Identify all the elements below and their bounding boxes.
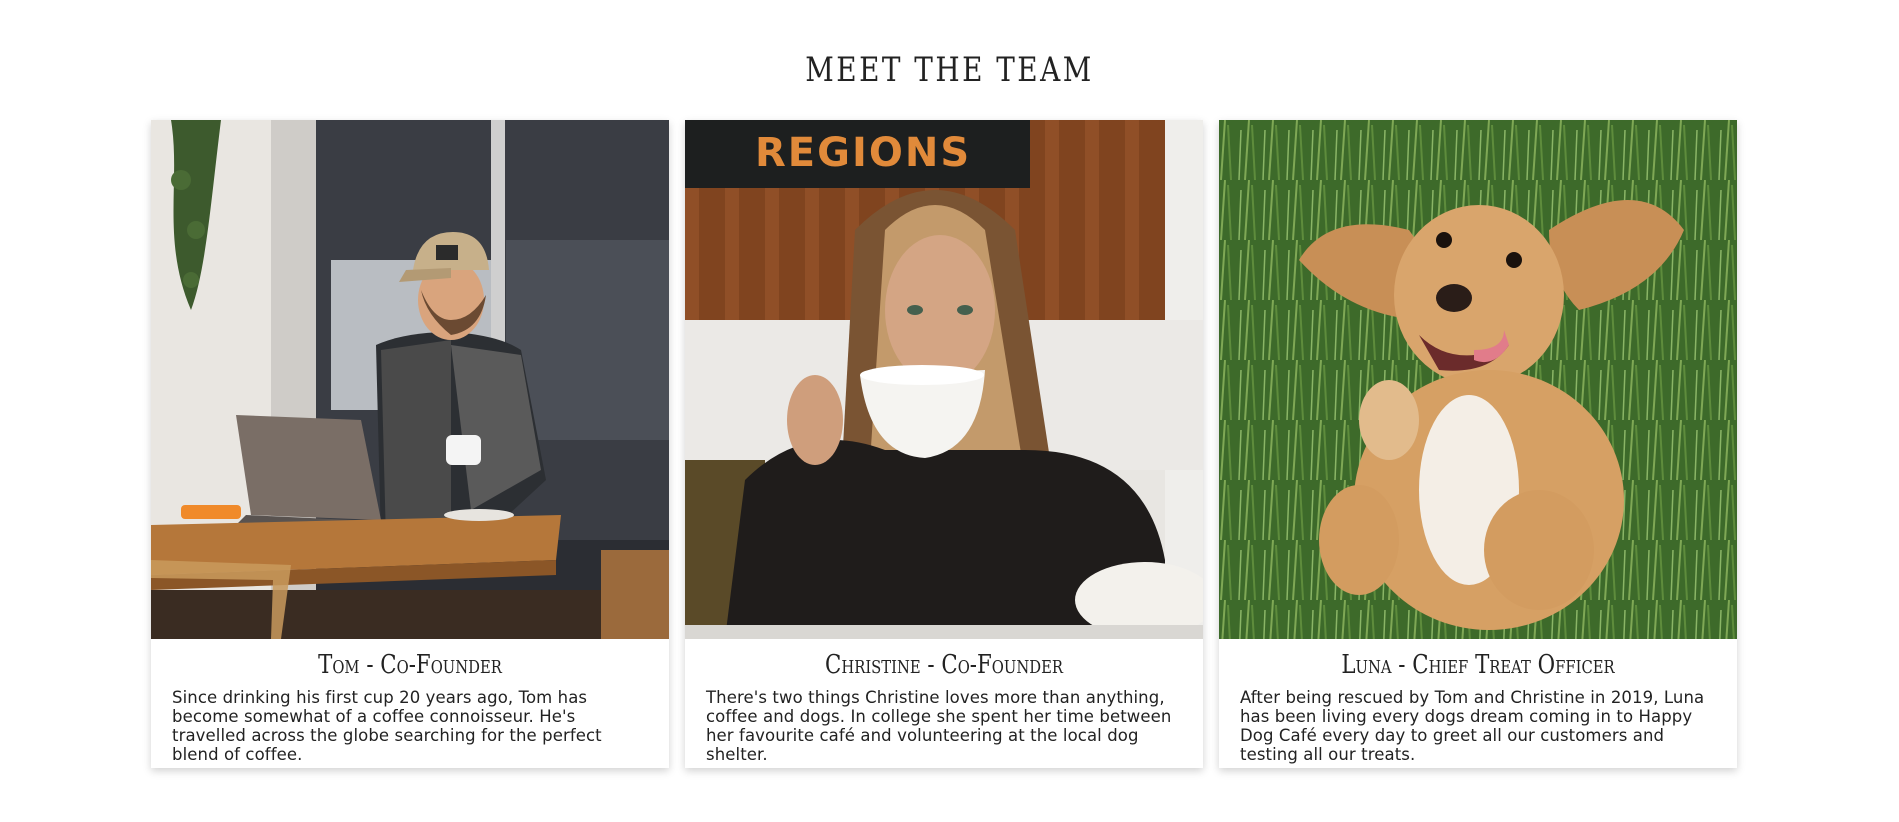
- section-title: MEET THE TEAM: [805, 50, 1094, 90]
- team-member-name: Luna - Chief Treat Officer: [1341, 650, 1615, 680]
- team-photo-luna: [1219, 120, 1737, 639]
- photo-sign-text: REGIONS: [755, 130, 971, 176]
- team-photo-christine: REGIONS: [685, 120, 1203, 639]
- team-member-bio: There's two things Christine loves more …: [706, 688, 1172, 764]
- team-photo-tom: [151, 120, 669, 639]
- team-member-bio: Since drinking his first cup 20 years ag…: [172, 688, 602, 764]
- team-member-name: Tom - Co-Founder: [318, 650, 502, 680]
- team-card-tom: Tom - Co-Founder Since drinking his firs…: [151, 120, 669, 768]
- team-member-name: Christine - Co-Founder: [825, 650, 1063, 680]
- team-member-bio: After being rescued by Tom and Christine…: [1240, 688, 1705, 764]
- team-card-christine: REGIONS Christine - Co-Founder There's t…: [685, 120, 1203, 768]
- team-card-luna: Luna - Chief Treat Officer After being r…: [1219, 120, 1737, 768]
